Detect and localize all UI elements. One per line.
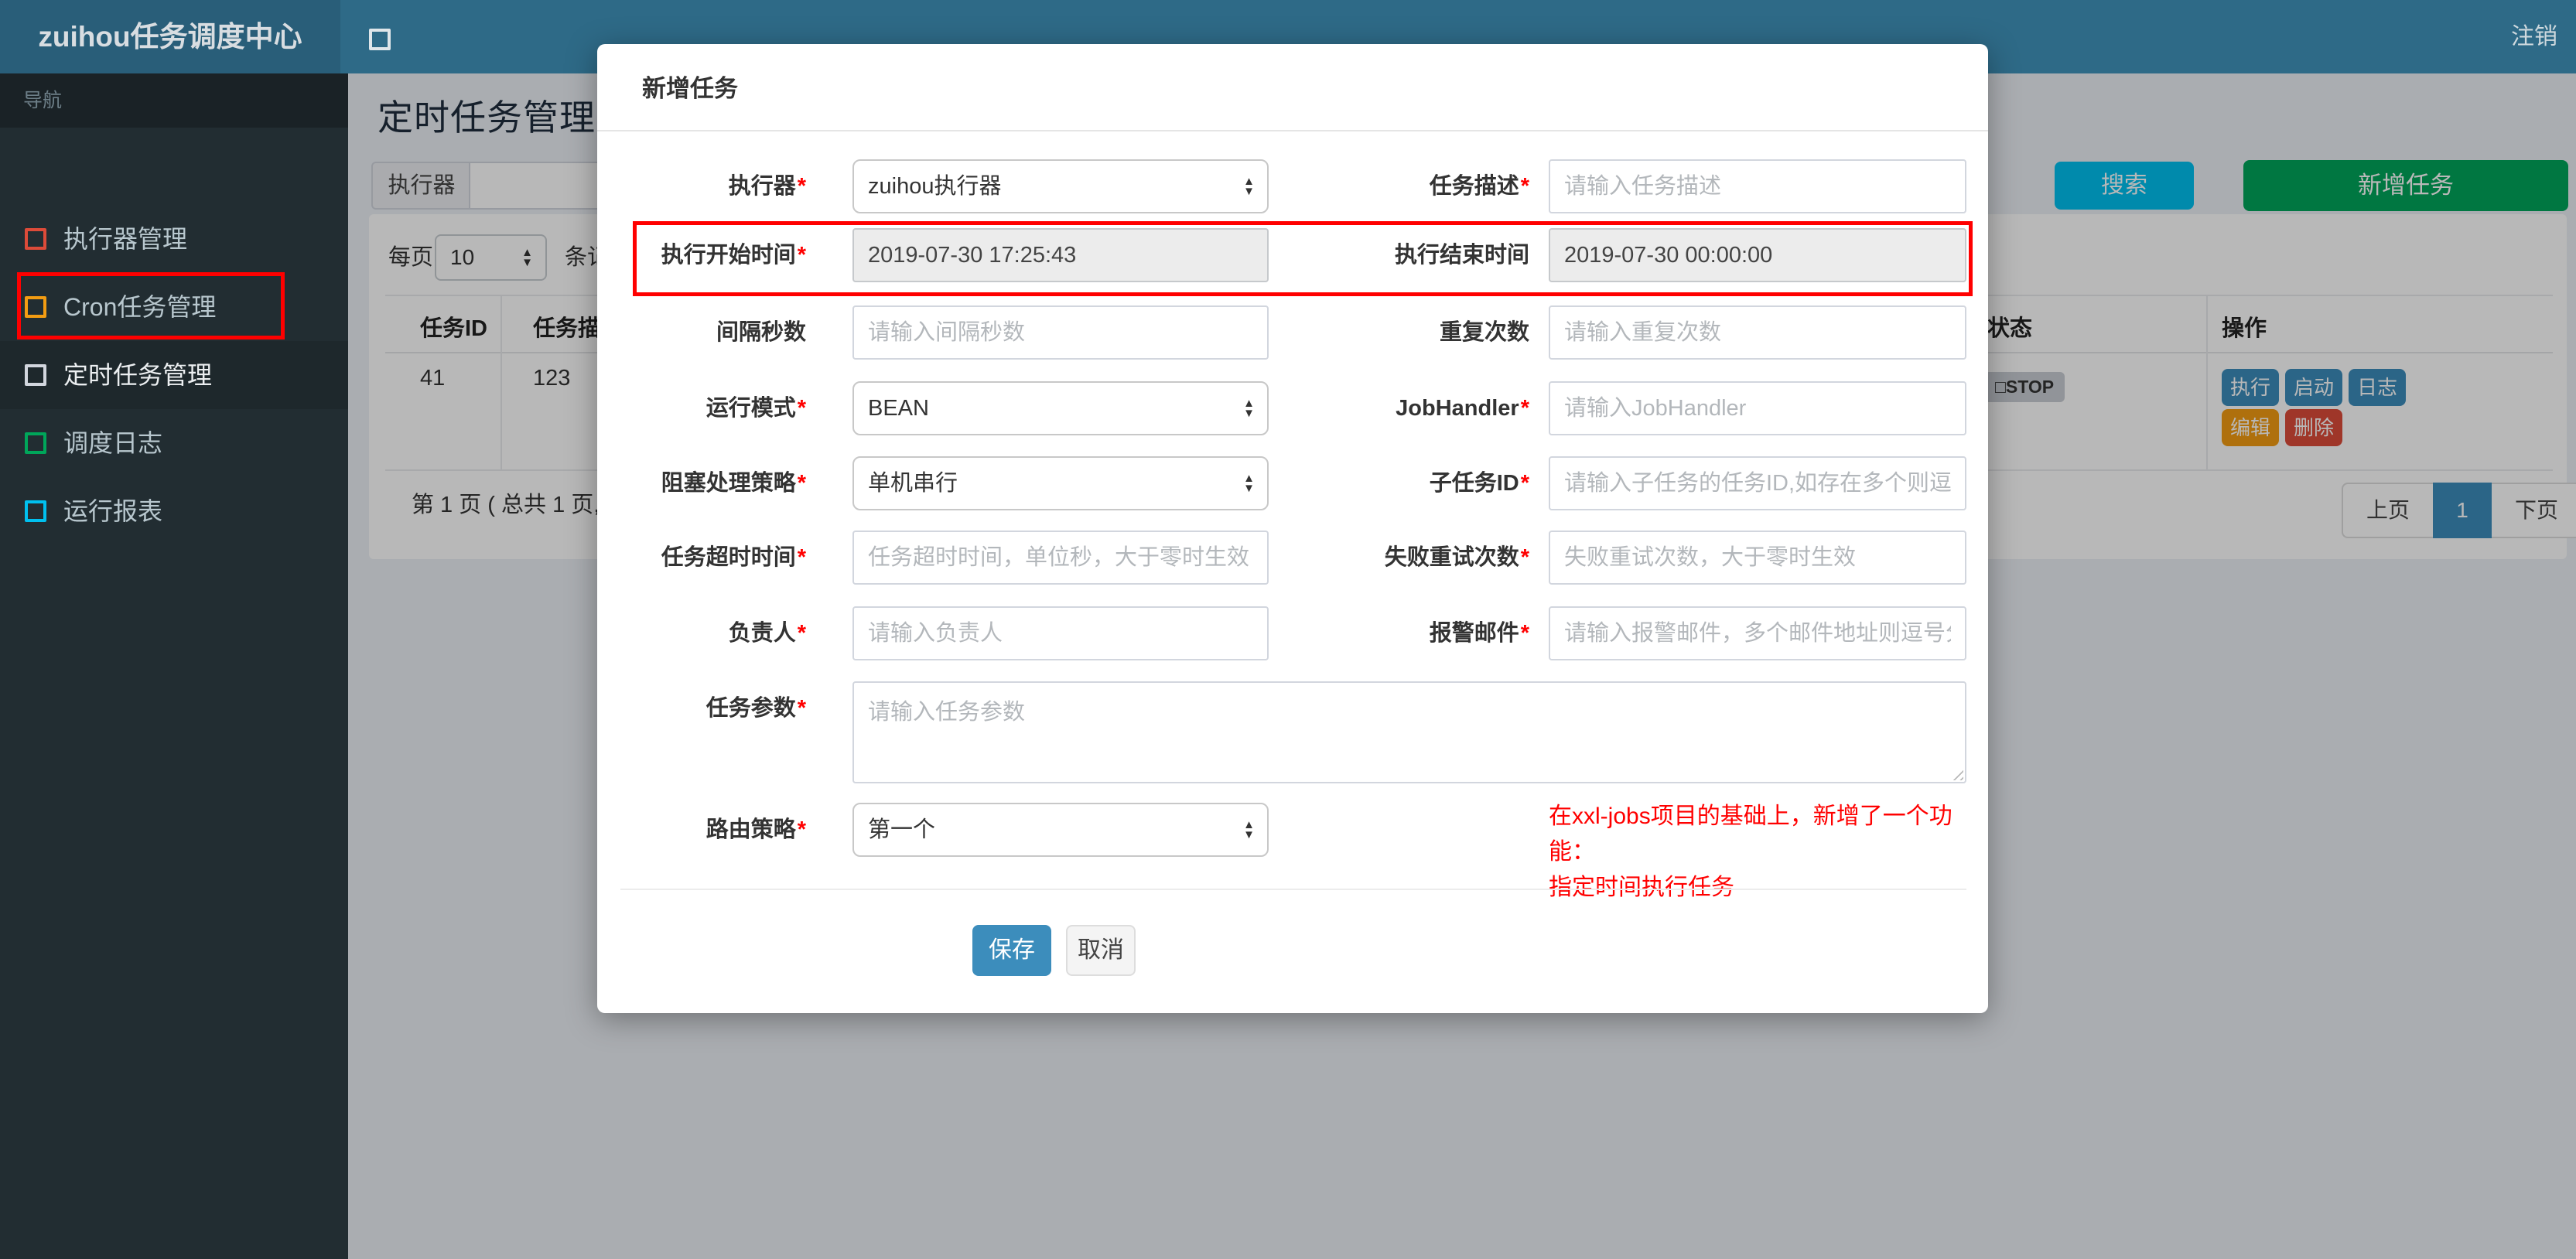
run-mode-select[interactable]: BEAN [852, 381, 1269, 435]
interval-label: 间隔秒数 [716, 320, 806, 345]
square-outline-icon [25, 500, 46, 522]
owner-label: 负责人* [728, 621, 806, 646]
sidebar-toggle-icon[interactable] [369, 29, 391, 50]
required-asterisk: * [1520, 471, 1529, 496]
required-asterisk: * [797, 545, 806, 570]
sidebar-item-label: 调度日志 [63, 429, 163, 457]
sidebar-item-label: 定时任务管理 [63, 361, 213, 389]
job-handler-label: JobHandler* [1396, 396, 1529, 421]
block-strategy-select[interactable]: 单机串行 [852, 456, 1269, 510]
child-job-label: 子任务ID* [1429, 471, 1529, 496]
required-asterisk: * [1520, 396, 1529, 421]
select-arrows-icon [1243, 820, 1255, 840]
timeout-input[interactable] [852, 531, 1269, 585]
job-param-textarea[interactable] [852, 681, 1966, 783]
executor-select[interactable]: zuihou执行器 [852, 159, 1269, 213]
retry-label: 失败重试次数* [1384, 545, 1529, 570]
feature-note-line2: 指定时间执行任务 [1549, 875, 1734, 900]
job-handler-input[interactable] [1549, 381, 1966, 435]
sidebar-nav: 导航 执行器管理 Cron任务管理 定时任务管理 调度日志 运行报表 [0, 73, 348, 1259]
required-asterisk: * [797, 174, 806, 199]
block-strategy-label: 阻塞处理策略* [661, 471, 806, 496]
required-asterisk: * [1520, 545, 1529, 570]
route-strategy-label: 路由策略* [705, 817, 806, 842]
executor-select-value: zuihou执行器 [868, 174, 1002, 199]
modal-footer-divider [620, 889, 1966, 890]
select-arrows-icon [1243, 473, 1255, 493]
cancel-button[interactable]: 取消 [1066, 925, 1136, 976]
task-desc-input[interactable] [1549, 159, 1966, 213]
modal-title: 新增任务 [642, 75, 738, 102]
required-asterisk: * [797, 696, 806, 721]
run-mode-label: 运行模式* [705, 396, 806, 421]
brand-logo[interactable]: zuihou任务调度中心 [0, 0, 340, 73]
save-button[interactable]: 保存 [972, 925, 1051, 976]
required-asterisk: * [1520, 621, 1529, 646]
repeat-count-label: 重复次数 [1439, 320, 1529, 345]
select-arrows-icon [1243, 176, 1255, 196]
sidebar-item-label: 执行器管理 [63, 225, 188, 253]
feature-note-line1: 在xxl-jobs项目的基础上，新增了一个功能： [1549, 804, 1952, 865]
required-asterisk: * [797, 621, 806, 646]
block-strategy-select-value: 单机串行 [868, 471, 958, 496]
sidebar-item-dispatch-log[interactable]: 调度日志 [0, 409, 348, 477]
required-asterisk: * [797, 396, 806, 421]
required-asterisk: * [1520, 174, 1529, 199]
square-outline-icon [25, 363, 46, 386]
new-task-modal: 新增任务 执行器* zuihou执行器 任务描述* 执行开始时间* 2019-0… [597, 44, 1988, 1013]
timeout-label: 任务超时时间* [661, 545, 806, 570]
interval-input[interactable] [852, 305, 1269, 360]
logout-link[interactable]: 注销 [2511, 0, 2557, 73]
modal-header-divider [597, 130, 1988, 131]
task-desc-label: 任务描述* [1429, 174, 1529, 199]
sidebar-item-label: 运行报表 [63, 497, 163, 525]
route-strategy-select-value: 第一个 [868, 817, 936, 842]
run-mode-select-value: BEAN [868, 396, 929, 421]
child-job-input[interactable] [1549, 456, 1966, 510]
retry-input[interactable] [1549, 531, 1966, 585]
annotation-box-sidebar-item [17, 272, 285, 339]
annotation-box-start-time-row [633, 221, 1973, 296]
repeat-count-input[interactable] [1549, 305, 1966, 360]
alarm-email-input[interactable] [1549, 606, 1966, 660]
square-outline-icon [25, 432, 46, 454]
square-outline-icon [25, 227, 46, 250]
executor-label: 执行器* [728, 174, 806, 199]
select-arrows-icon [1243, 398, 1255, 418]
required-asterisk: * [797, 471, 806, 496]
sidebar-section-label: 导航 [0, 73, 348, 128]
owner-input[interactable] [852, 606, 1269, 660]
route-strategy-select[interactable]: 第一个 [852, 803, 1269, 857]
alarm-email-label: 报警邮件* [1429, 621, 1529, 646]
required-asterisk: * [797, 817, 806, 842]
sidebar-item-run-report[interactable]: 运行报表 [0, 477, 348, 545]
sidebar-item-timed-task-manage[interactable]: 定时任务管理 [0, 341, 348, 409]
job-param-label: 任务参数* [705, 696, 806, 721]
sidebar-item-executor-manage[interactable]: 执行器管理 [0, 205, 348, 273]
